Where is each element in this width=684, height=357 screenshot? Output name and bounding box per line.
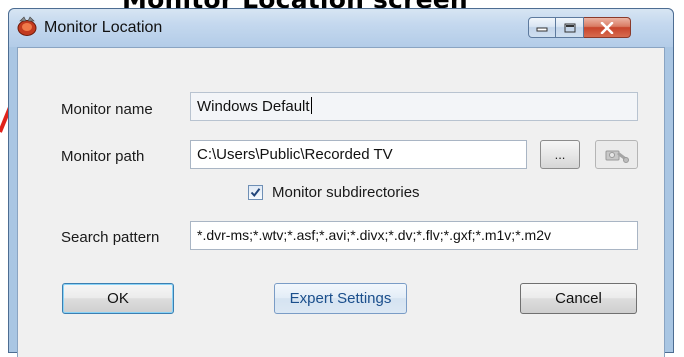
check-icon bbox=[250, 188, 261, 198]
monitor-location-window: Monitor Location Monitor name Windows De… bbox=[8, 8, 674, 357]
cancel-button[interactable]: Cancel bbox=[520, 283, 637, 314]
monitor-name-value: Windows Default bbox=[197, 98, 310, 115]
search-pattern-value: *.dvr-ms;*.wtv;*.asf;*.avi;*.divx;*.dv;*… bbox=[197, 227, 551, 243]
monitor-subdirectories-label: Monitor subdirectories bbox=[272, 184, 420, 201]
window-title: Monitor Location bbox=[44, 19, 163, 36]
network-drive-icon bbox=[605, 150, 629, 163]
expert-settings-button[interactable]: Expert Settings bbox=[274, 283, 407, 314]
ok-button[interactable]: OK bbox=[62, 283, 174, 314]
title-bar[interactable]: Monitor Location bbox=[9, 9, 673, 47]
maximize-button[interactable] bbox=[556, 17, 584, 38]
monitor-path-label: Monitor path bbox=[61, 148, 145, 165]
minimize-icon bbox=[536, 27, 548, 31]
text-caret bbox=[310, 97, 312, 114]
minimize-button[interactable] bbox=[528, 17, 556, 38]
search-pattern-input[interactable]: *.dvr-ms;*.wtv;*.asf;*.avi;*.divx;*.dv;*… bbox=[190, 221, 638, 250]
maximize-icon bbox=[564, 23, 575, 32]
monitor-subdirectories-checkbox[interactable] bbox=[248, 185, 263, 200]
monitor-path-value: C:\Users\Public\Recorded TV bbox=[197, 146, 393, 163]
monitor-name-label: Monitor name bbox=[61, 101, 153, 118]
monitor-subdirectories-row[interactable]: Monitor subdirectories bbox=[248, 184, 420, 201]
close-icon bbox=[600, 21, 614, 34]
record-icon bbox=[17, 16, 37, 36]
dialog-body: Monitor name Windows Default Monitor pat… bbox=[17, 47, 665, 357]
monitor-path-input[interactable]: C:\Users\Public\Recorded TV bbox=[190, 140, 527, 169]
close-button[interactable] bbox=[584, 17, 631, 38]
network-drive-button[interactable] bbox=[595, 140, 638, 169]
search-pattern-label: Search pattern bbox=[61, 229, 160, 246]
monitor-name-input[interactable]: Windows Default bbox=[190, 92, 638, 121]
browse-button[interactable]: ... bbox=[540, 140, 580, 169]
